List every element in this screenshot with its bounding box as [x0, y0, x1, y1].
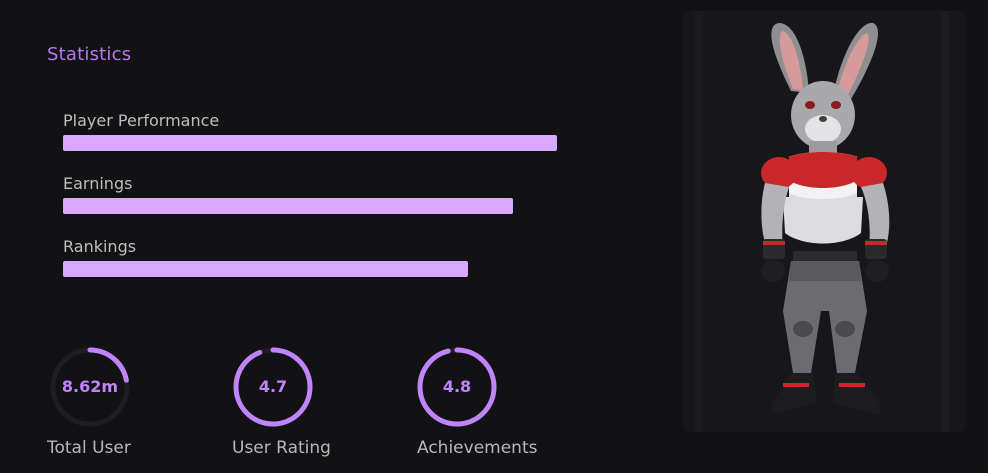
- ring-value: 4.8: [442, 377, 472, 396]
- rabbit-character-icon: [761, 22, 890, 415]
- stat-bar-fill: [63, 135, 557, 151]
- stat-label: Player Performance: [63, 111, 220, 130]
- rings-row: 8.62m Total User 4.7 User Rating 4.8 Ach…: [0, 343, 560, 473]
- stat-label: Earnings: [63, 174, 133, 193]
- stat-bar-fill: [63, 261, 469, 277]
- stat-bar-track: [63, 261, 557, 277]
- stat-bar-track: [63, 135, 557, 151]
- stat-bar-fill: [63, 198, 513, 214]
- stat-player-performance: Player Performance: [63, 111, 557, 151]
- ring-label: Achievements: [417, 438, 538, 458]
- stat-bar-track: [63, 198, 557, 214]
- ring-label: User Rating: [232, 438, 331, 458]
- hero-card: [683, 11, 966, 432]
- ring-achievements: 4.8: [415, 345, 499, 429]
- ring-label: Total User: [47, 438, 131, 458]
- stat-earnings: Earnings: [63, 174, 557, 214]
- ring-total-user: 8.62m: [48, 345, 132, 429]
- stat-rankings: Rankings: [63, 237, 557, 277]
- section-title: Statistics: [47, 44, 132, 65]
- ring-value: 4.7: [258, 377, 288, 396]
- ring-value: 8.62m: [61, 377, 119, 396]
- stat-label: Rankings: [63, 237, 137, 256]
- ring-user-rating: 4.7: [231, 345, 315, 429]
